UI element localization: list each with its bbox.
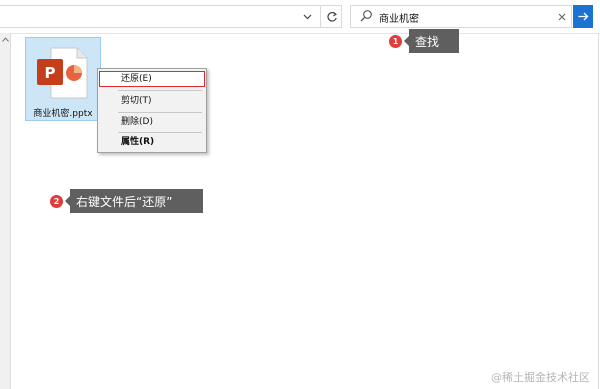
menu-item-cut[interactable]: 剪切(T) — [99, 93, 205, 109]
file-item[interactable]: P 商业机密.pptx — [25, 37, 101, 121]
chevron-up-icon[interactable] — [2, 37, 9, 42]
search-input[interactable]: 商业机密 — [379, 10, 419, 25]
callout-restore: 右键文件后“还原” — [65, 189, 203, 213]
address-bar[interactable] — [0, 5, 342, 28]
search-icon — [360, 10, 372, 22]
search-box[interactable]: 商业机密 — [350, 5, 572, 28]
search-go-button[interactable] — [573, 5, 593, 28]
powerpoint-file-icon: P — [37, 47, 88, 99]
menu-item-delete[interactable]: 删除(D) — [99, 114, 205, 130]
toolbar: 商业机密 — [0, 0, 600, 34]
callout-search: 查找 — [404, 29, 459, 53]
address-dropdown-button[interactable] — [296, 5, 318, 28]
file-name: 商业机密.pptx — [33, 109, 93, 119]
refresh-button[interactable] — [320, 5, 342, 28]
close-icon — [558, 13, 566, 21]
watermark: @稀土掘金技术社区 — [491, 371, 590, 384]
step-badge-2: 2 — [50, 195, 63, 208]
step-badge-1: 1 — [389, 35, 402, 48]
svg-text:P: P — [45, 64, 56, 82]
navigation-pane[interactable] — [0, 33, 11, 389]
arrow-right-icon — [578, 12, 588, 21]
context-menu: 还原(E) 剪切(T) 删除(D) 属性(R) — [97, 68, 207, 153]
refresh-icon — [326, 11, 337, 22]
menu-separator — [118, 132, 202, 133]
chevron-down-icon — [303, 14, 311, 19]
menu-separator — [118, 90, 202, 91]
clear-search-button[interactable] — [556, 10, 568, 24]
menu-item-properties[interactable]: 属性(R) — [99, 134, 205, 150]
menu-item-restore[interactable]: 还原(E) — [99, 71, 205, 87]
menu-separator — [118, 112, 202, 113]
